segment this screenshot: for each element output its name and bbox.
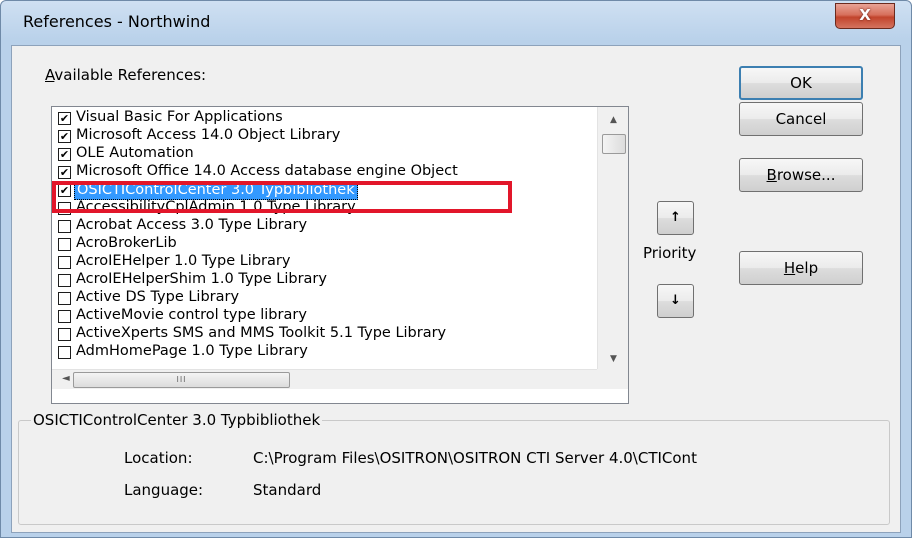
reference-label: Microsoft Access 14.0 Object Library xyxy=(76,127,341,143)
reference-list-item[interactable]: ✔ OLE Automation xyxy=(55,145,595,162)
scroll-down-icon[interactable]: ▼ xyxy=(610,354,617,364)
reference-list-item[interactable]: AcroBrokerLib xyxy=(55,235,595,252)
priority-label: Priority xyxy=(643,244,697,262)
arrow-up-icon: ↑ xyxy=(670,210,681,225)
dialog-client-area: Available References: ✔ Visual Basic For … xyxy=(11,45,901,533)
window-title: References - Northwind xyxy=(23,12,211,31)
reference-checkbox[interactable]: ✔ xyxy=(58,112,71,125)
reference-list-item[interactable]: AdmHomePage 1.0 Type Library xyxy=(55,343,595,360)
reference-details-group: OSICTIControlCenter 3.0 Typbibliothek Lo… xyxy=(18,411,890,525)
vertical-scrollbar[interactable]: ▲ ▼ xyxy=(597,107,628,369)
references-listbox[interactable]: ✔ Visual Basic For Applications ✔ Microsoft… xyxy=(51,106,629,404)
language-value: Standard xyxy=(253,481,322,499)
reference-label: ActiveMovie control type library xyxy=(76,307,307,323)
reference-checkbox[interactable] xyxy=(58,238,71,251)
reference-list-item[interactable]: ✔ OSICTIControlCenter 3.0 Typbibliothek xyxy=(55,181,595,200)
reference-list-item[interactable]: ActiveXperts SMS and MMS Toolkit 5.1 Typ… xyxy=(55,325,595,342)
horizontal-scroll-thumb[interactable]: III xyxy=(73,372,290,388)
reference-label: OSICTIControlCenter 3.0 Typbibliothek xyxy=(74,181,358,200)
reference-list-item[interactable]: ✔ Visual Basic For Applications xyxy=(55,109,595,126)
reference-checkbox[interactable] xyxy=(58,310,71,323)
reference-label: Acrobat Access 3.0 Type Library xyxy=(76,217,308,233)
reference-list-item[interactable]: ✔ Microsoft Access 14.0 Object Library xyxy=(55,127,595,144)
reference-checkbox[interactable] xyxy=(58,328,71,341)
reference-checkbox[interactable] xyxy=(58,292,71,305)
reference-checkbox[interactable]: ✔ xyxy=(58,148,71,161)
reference-list-item[interactable]: Acrobat Access 3.0 Type Library xyxy=(55,217,595,234)
title-bar[interactable]: References - Northwind X xyxy=(1,1,911,47)
reference-label: OLE Automation xyxy=(76,145,194,161)
reference-list-item[interactable]: Active DS Type Library xyxy=(55,289,595,306)
reference-checkbox[interactable] xyxy=(58,202,71,215)
ok-button[interactable]: OK xyxy=(739,66,863,100)
reference-label: Active DS Type Library xyxy=(76,289,240,305)
reference-list-item[interactable]: AccessibilityCplAdmin 1.0 Type Library xyxy=(55,199,595,216)
reference-label: AccessibilityCplAdmin 1.0 Type Library xyxy=(76,199,356,215)
close-icon: X xyxy=(859,6,871,24)
reference-checkbox[interactable]: ✔ xyxy=(58,130,71,143)
reference-checkbox[interactable]: ✔ xyxy=(58,166,71,179)
horizontal-scrollbar[interactable]: ◄ III ► xyxy=(52,369,628,389)
location-label: Location: xyxy=(124,449,193,467)
available-references-label: Available References: xyxy=(45,66,207,84)
reference-checkbox[interactable] xyxy=(58,274,71,287)
reference-label: AcroBrokerLib xyxy=(76,235,177,251)
reference-list-item[interactable]: ActiveMovie control type library xyxy=(55,307,595,324)
reference-checkbox[interactable] xyxy=(58,220,71,233)
scroll-up-icon[interactable]: ▲ xyxy=(610,115,617,125)
reference-list-item[interactable]: ✔ Microsoft Office 14.0 Access database e… xyxy=(55,163,595,180)
details-group-title: OSICTIControlCenter 3.0 Typbibliothek xyxy=(31,411,323,429)
reference-checkbox[interactable]: ✔ xyxy=(58,184,71,197)
reference-label: AdmHomePage 1.0 Type Library xyxy=(76,343,308,359)
reference-list-item[interactable]: AcroIEHelper 1.0 Type Library xyxy=(55,253,595,270)
vertical-scroll-thumb[interactable] xyxy=(602,134,626,154)
reference-checkbox[interactable] xyxy=(58,346,71,359)
reference-label: ActiveXperts SMS and MMS Toolkit 5.1 Typ… xyxy=(76,325,447,341)
reference-label: AcroIEHelperShim 1.0 Type Library xyxy=(76,271,327,287)
scrollbar-corner xyxy=(597,369,628,389)
help-button[interactable]: Help xyxy=(739,251,863,285)
location-value: C:\Program Files\OSITRON\OSITRON CTI Ser… xyxy=(253,449,697,467)
browse-button[interactable]: Browse... xyxy=(739,158,863,192)
reference-label: Microsoft Office 14.0 Access database en… xyxy=(76,163,458,179)
priority-down-button[interactable]: ↓ xyxy=(657,284,694,318)
priority-up-button[interactable]: ↑ xyxy=(657,201,694,235)
cancel-button[interactable]: Cancel xyxy=(739,102,863,136)
scroll-left-icon[interactable]: ◄ xyxy=(62,373,70,384)
reference-checkbox[interactable] xyxy=(58,256,71,269)
reference-list-item[interactable]: AcroIEHelperShim 1.0 Type Library xyxy=(55,271,595,288)
arrow-down-icon: ↓ xyxy=(670,293,681,308)
references-list: ✔ Visual Basic For Applications ✔ Microsoft… xyxy=(52,107,597,369)
close-button[interactable]: X xyxy=(835,3,895,29)
language-label: Language: xyxy=(124,481,204,499)
reference-label: AcroIEHelper 1.0 Type Library xyxy=(76,253,291,269)
dialog-window: References - Northwind X Available Refer… xyxy=(0,0,912,538)
reference-label: Visual Basic For Applications xyxy=(76,109,283,125)
